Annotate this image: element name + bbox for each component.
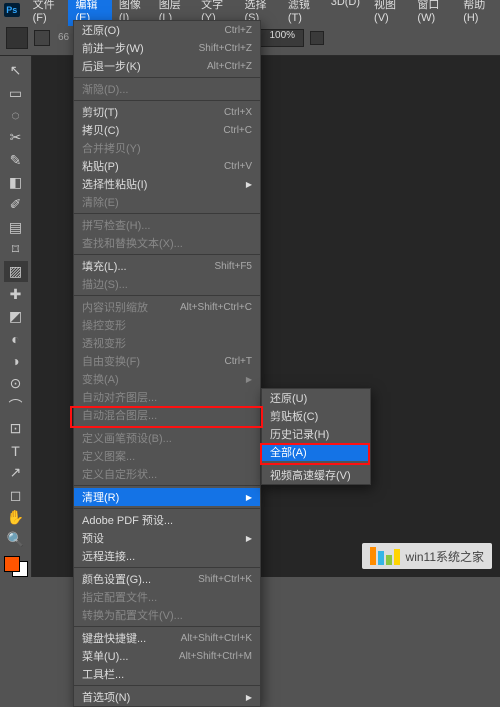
edit-menu-item-27: 定义画笔预设(B)... — [74, 429, 260, 447]
tool-2[interactable]: ◌ — [4, 105, 28, 126]
edit-menu-item-6[interactable]: 剪切(T)Ctrl+X — [74, 103, 260, 121]
submenu-item-2[interactable]: 历史记录(H) — [262, 425, 370, 443]
submenu-separator — [262, 463, 370, 464]
tool-preset[interactable] — [6, 27, 28, 49]
tool-3[interactable]: ✂ — [4, 127, 28, 148]
menu-7[interactable]: 3D(D) — [324, 0, 367, 26]
menu-separator — [74, 567, 260, 568]
menu-separator — [74, 213, 260, 214]
edit-menu-item-20: 操控变形 — [74, 316, 260, 334]
edit-menu-dropdown: 还原(O)Ctrl+Z前进一步(W)Shift+Ctrl+Z后退一步(K)Alt… — [73, 20, 261, 707]
edit-menu-item-1[interactable]: 前进一步(W)Shift+Ctrl+Z — [74, 39, 260, 57]
edit-menu-item-45[interactable]: 首选项(N)▶ — [74, 688, 260, 706]
tool-12[interactable]: ◐ — [4, 328, 28, 349]
edit-menu-item-31[interactable]: 清理(R)▶ — [74, 488, 260, 506]
menu-separator — [74, 508, 260, 509]
edit-menu-item-7[interactable]: 拷贝(C)Ctrl+C — [74, 121, 260, 139]
edit-menu-item-42[interactable]: 菜单(U)...Alt+Shift+Ctrl+M — [74, 647, 260, 665]
watermark-icon — [370, 547, 400, 565]
menu-separator — [74, 254, 260, 255]
edit-menu-item-34[interactable]: 预设▶ — [74, 529, 260, 547]
submenu-item-0[interactable]: 还原(U) — [262, 389, 370, 407]
menu-separator — [74, 485, 260, 486]
edit-menu-item-19: 内容识别缩放Alt+Shift+Ctrl+C — [74, 298, 260, 316]
tool-6[interactable]: ✐ — [4, 194, 28, 215]
edit-menu-item-29: 定义自定形状... — [74, 465, 260, 483]
tool-9[interactable]: ▨ — [4, 261, 28, 282]
menu-8[interactable]: 视图(V) — [367, 0, 410, 26]
brush-size: 66 — [56, 32, 71, 43]
edit-menu-item-21: 透视变形 — [74, 334, 260, 352]
edit-menu-item-38: 指定配置文件... — [74, 588, 260, 606]
edit-menu-item-11: 清除(E) — [74, 193, 260, 211]
edit-menu-item-13: 拼写检查(H)... — [74, 216, 260, 234]
color-swatches[interactable] — [4, 556, 28, 577]
edit-menu-item-43[interactable]: 工具栏... — [74, 665, 260, 683]
edit-menu-item-0[interactable]: 还原(O)Ctrl+Z — [74, 21, 260, 39]
edit-menu-item-17: 描边(S)... — [74, 275, 260, 293]
tool-16[interactable]: ⊡ — [4, 418, 28, 439]
edit-menu-item-24: 自动对齐图层... — [74, 388, 260, 406]
watermark-text: win11系统之家 — [406, 548, 484, 565]
tool-15[interactable]: ⌒ — [4, 395, 28, 416]
tool-4[interactable]: ✎ — [4, 149, 28, 170]
brush-preview[interactable] — [34, 30, 50, 46]
submenu-item-1[interactable]: 剪贴板(C) — [262, 407, 370, 425]
toolbox: ↖▭◌✂✎◧✐▤⌑▨✚◩◐◑⊙⌒⊡T↗◻✋🔍 — [0, 56, 32, 577]
menu-separator — [74, 295, 260, 296]
menu-separator — [74, 426, 260, 427]
tool-7[interactable]: ▤ — [4, 216, 28, 237]
tool-19[interactable]: ◻ — [4, 485, 28, 506]
tool-17[interactable]: T — [4, 440, 28, 461]
tool-18[interactable]: ↗ — [4, 462, 28, 483]
tool-8[interactable]: ⌑ — [4, 239, 28, 260]
edit-menu-item-41[interactable]: 键盘快捷键...Alt+Shift+Ctrl+K — [74, 629, 260, 647]
airbrush-icon[interactable] — [310, 31, 324, 45]
ps-logo: Ps — [4, 3, 20, 17]
menu-0[interactable]: 文件(F) — [26, 0, 69, 26]
submenu-item-5[interactable]: 视频高速缓存(V) — [262, 466, 370, 484]
menu-9[interactable]: 窗口(W) — [410, 0, 456, 26]
edit-menu-item-10[interactable]: 选择性粘贴(I)▶ — [74, 175, 260, 193]
purge-submenu: 还原(U)剪贴板(C)历史记录(H)全部(A) 视频高速缓存(V) — [261, 388, 371, 485]
tool-10[interactable]: ✚ — [4, 283, 28, 304]
edit-menu-item-25: 自动混合图层... — [74, 406, 260, 424]
tool-0[interactable]: ↖ — [4, 60, 28, 81]
tool-21[interactable]: 🔍 — [4, 529, 28, 550]
menu-separator — [74, 77, 260, 78]
edit-menu-item-35[interactable]: 远程连接... — [74, 547, 260, 565]
submenu-item-3[interactable]: 全部(A) — [262, 443, 370, 461]
tool-13[interactable]: ◑ — [4, 350, 28, 371]
menu-separator — [74, 685, 260, 686]
edit-menu-item-16[interactable]: 填充(L)...Shift+F5 — [74, 257, 260, 275]
edit-menu-item-33[interactable]: Adobe PDF 预设... — [74, 511, 260, 529]
menu-6[interactable]: 滤镜(T) — [281, 0, 324, 26]
edit-menu-item-37[interactable]: 颜色设置(G)...Shift+Ctrl+K — [74, 570, 260, 588]
edit-menu-item-14: 查找和替换文本(X)... — [74, 234, 260, 252]
tool-5[interactable]: ◧ — [4, 172, 28, 193]
menu-separator — [74, 100, 260, 101]
tool-20[interactable]: ✋ — [4, 507, 28, 528]
edit-menu-item-4: 渐隐(D)... — [74, 80, 260, 98]
edit-menu-item-22: 自由变换(F)Ctrl+T — [74, 352, 260, 370]
edit-menu-item-23: 变换(A)▶ — [74, 370, 260, 388]
edit-menu-item-39: 转换为配置文件(V)... — [74, 606, 260, 624]
tool-14[interactable]: ⊙ — [4, 373, 28, 394]
edit-menu-item-8: 合并拷贝(Y) — [74, 139, 260, 157]
watermark: win11系统之家 — [362, 543, 492, 569]
menubar: Ps 文件(F)编辑(E)图像(I)图层(L)文字(Y)选择(S)滤镜(T)3D… — [0, 0, 500, 20]
tool-1[interactable]: ▭ — [4, 82, 28, 103]
menu-10[interactable]: 帮助(H) — [456, 0, 500, 26]
edit-menu-item-9[interactable]: 粘贴(P)Ctrl+V — [74, 157, 260, 175]
edit-menu-item-28: 定义图案... — [74, 447, 260, 465]
menu-separator — [74, 626, 260, 627]
tool-11[interactable]: ◩ — [4, 306, 28, 327]
flow-input[interactable]: 100% — [260, 29, 304, 47]
edit-menu-item-2[interactable]: 后退一步(K)Alt+Ctrl+Z — [74, 57, 260, 75]
